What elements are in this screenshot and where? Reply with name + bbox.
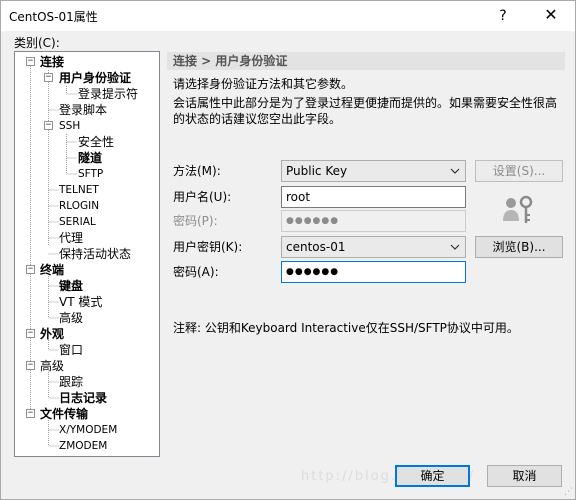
password-field[interactable]: ●●●●●● [281,210,466,232]
tree-item-sftp[interactable]: SFTP [78,166,103,182]
tree-item-login-scripts[interactable]: 登录脚本 [59,102,107,118]
tree-item-advanced[interactable]: 高级 [40,358,64,374]
tree-item-connection[interactable]: 连接 [40,54,64,70]
tree-item-window[interactable]: 窗口 [59,342,83,358]
category-label: 类别(C): [14,36,60,50]
close-button[interactable]: ✕ [531,3,571,27]
minus-expander-icon[interactable]: − [44,73,53,82]
tree-item-authentication[interactable]: 用户身份验证 [59,70,131,86]
minus-expander-icon[interactable]: − [26,361,35,370]
passphrase-field[interactable]: ●●●●●● [281,261,466,283]
tree-item-login-prompts[interactable]: 登录提示符 [78,86,138,102]
minus-expander-icon[interactable]: − [26,329,35,338]
method-label: 方法(M): [173,164,221,178]
username-field[interactable]: root [281,186,466,208]
password-label: 密码(P): [173,214,218,228]
tree-item-keep-alive[interactable]: 保持活动状态 [59,246,131,262]
tree-item-telnet[interactable]: TELNET [59,182,99,198]
description-line-1: 请选择身份验证方法和其它参数。 [173,77,354,91]
properties-dialog: CentOS-01属性 ? ✕ 类别(C): − − − − − − − 连接 … [0,0,576,500]
tree-item-rlogin[interactable]: RLOGIN [59,198,99,214]
username-label: 用户名(U): [173,190,232,204]
chevron-down-icon [449,237,461,257]
user-key-value: centos-01 [286,240,346,254]
note-text: 注释: 公钥和Keyboard Interactive仅在SSH/SFTP协议中… [173,321,519,335]
tree-item-serial[interactable]: SERIAL [59,214,96,230]
user-key-icon [501,193,535,227]
tree-item-security[interactable]: 安全性 [78,134,114,150]
chevron-down-icon [449,161,461,181]
tree-item-tunneling[interactable]: 隧道 [78,150,102,166]
minus-expander-icon[interactable]: − [44,121,53,130]
tree-item-terminal-advanced[interactable]: 高级 [59,310,83,326]
method-select[interactable]: Public Key [281,160,466,182]
minus-expander-icon[interactable]: − [26,265,35,274]
tree-item-terminal[interactable]: 终端 [40,262,64,278]
resize-grip-icon[interactable]: ⋰ [564,487,573,497]
window-title: CentOS-01属性 [9,10,98,24]
browse-button[interactable]: 浏览(B)... [475,236,563,258]
user-key-label: 用户密钥(K): [173,240,243,254]
help-button[interactable]: ? [491,5,515,27]
passphrase-label: 密码(A): [173,265,219,279]
tree-item-vt-modes[interactable]: VT 模式 [59,294,102,310]
section-header: 连接 > 用户身份验证 [167,52,565,70]
tree-item-logging[interactable]: 日志记录 [59,390,107,406]
category-tree[interactable]: − − − − − − − 连接 用户身份验证 登录提示符 登录脚本 SSH 安… [14,51,160,457]
description-line-2: 会话属性中此部分是为了登录过程更便捷而提供的。如果需要安全性很高的状态的话建议您… [173,96,558,126]
settings-button[interactable]: 设置(S)... [475,160,563,182]
tree-item-zmodem[interactable]: ZMODEM [59,438,107,454]
minus-expander-icon[interactable]: − [26,409,35,418]
tree-item-ssh[interactable]: SSH [59,118,80,134]
ok-button[interactable]: 确定 [395,465,470,487]
tree-item-proxy[interactable]: 代理 [59,230,83,246]
tree-item-file-transfer[interactable]: 文件传输 [40,406,88,422]
user-key-select[interactable]: centos-01 [281,236,466,258]
title-bar: CentOS-01属性 ? ✕ [1,1,575,31]
tree-item-appearance[interactable]: 外观 [40,326,64,342]
tree-item-xymodem[interactable]: X/YMODEM [59,422,117,438]
minus-expander-icon[interactable]: − [26,57,35,66]
method-value: Public Key [286,164,348,178]
tree-item-trace[interactable]: 跟踪 [59,374,83,390]
tree-item-keyboard[interactable]: 键盘 [59,278,83,294]
cancel-button[interactable]: 取消 [487,465,562,487]
